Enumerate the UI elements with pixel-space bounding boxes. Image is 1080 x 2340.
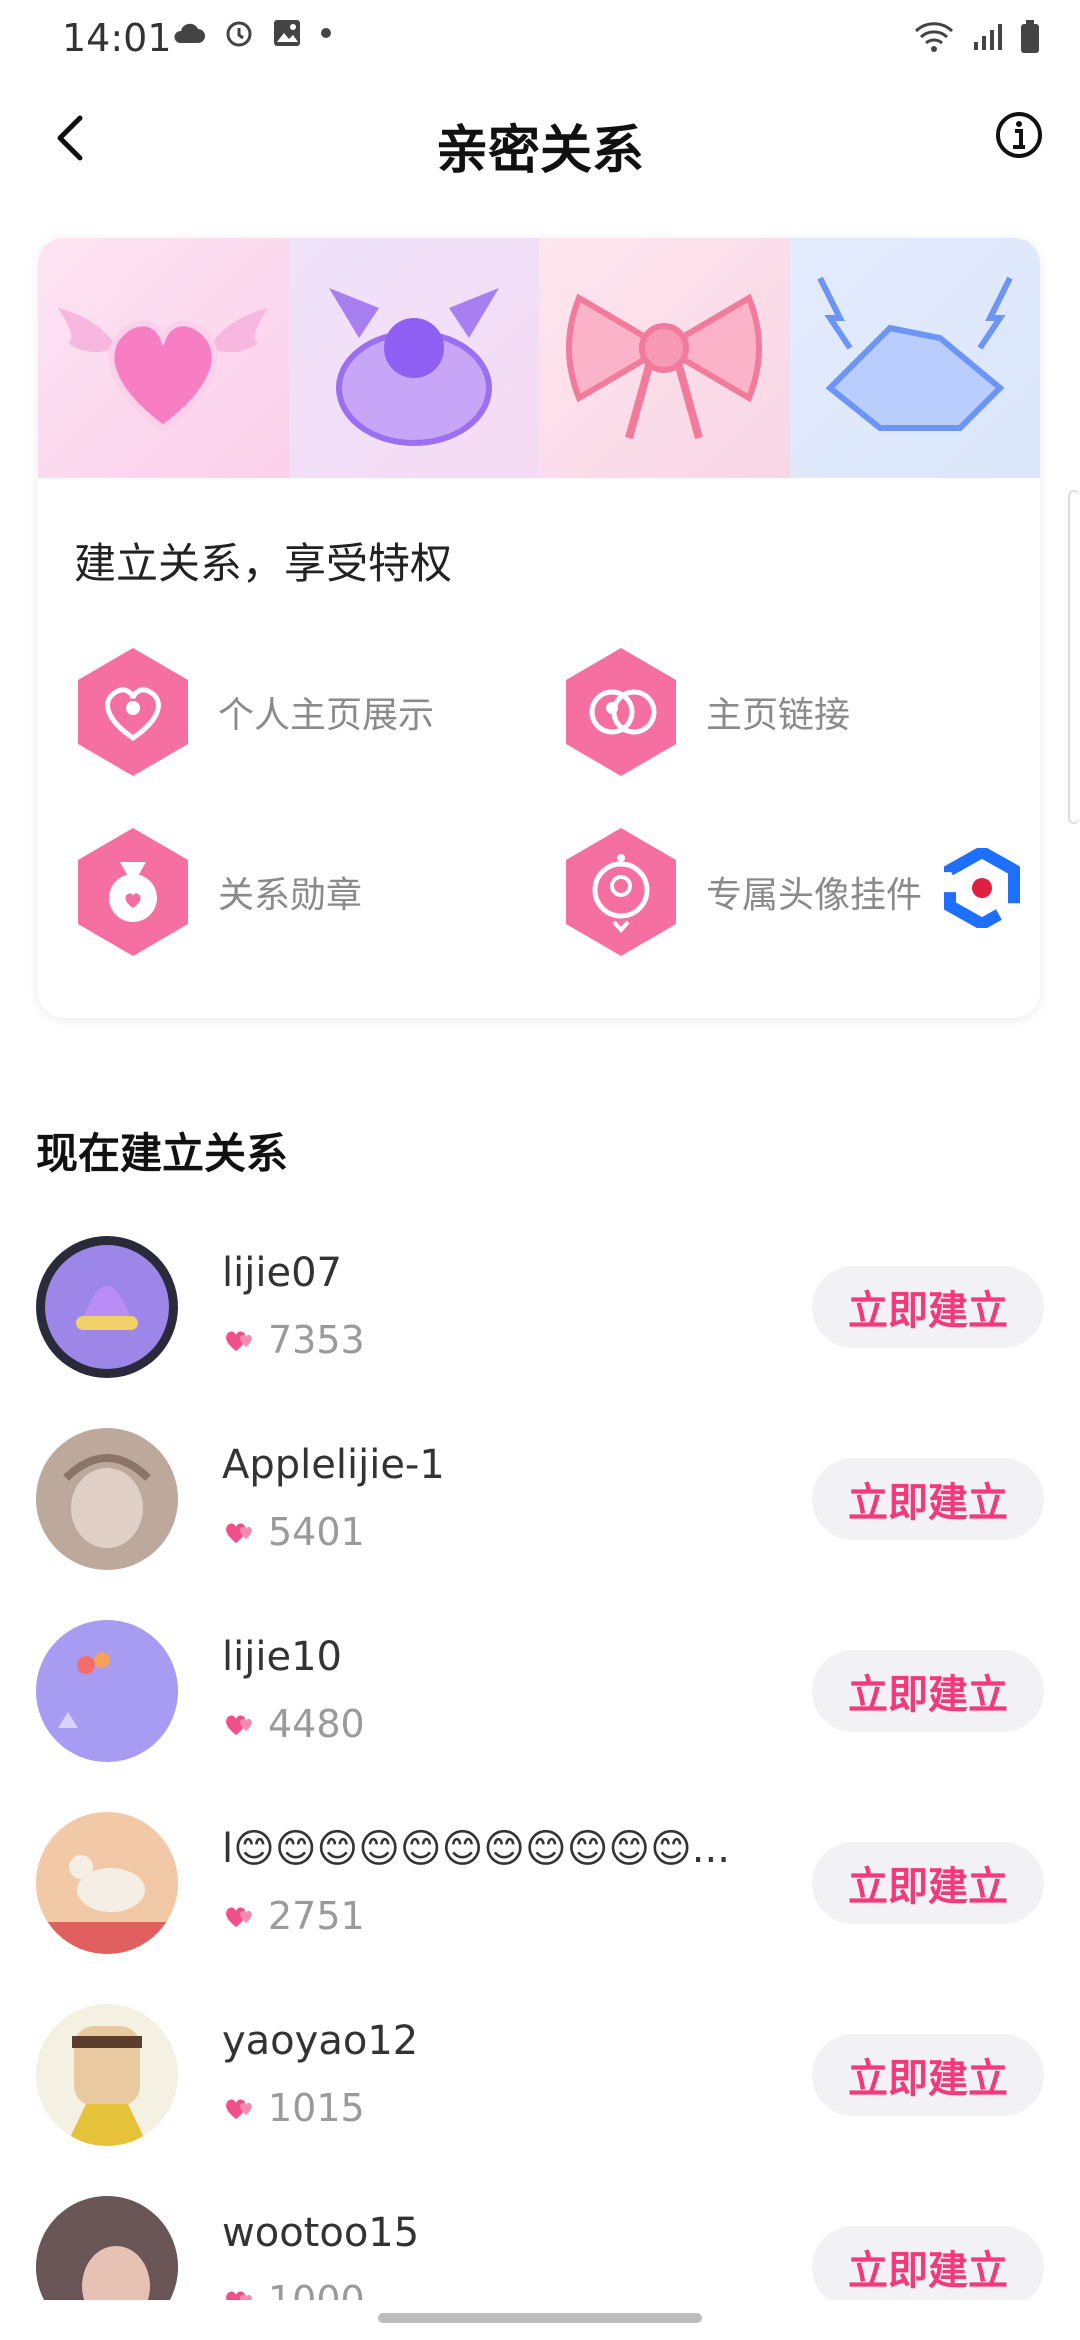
double-heart-icon — [226, 1715, 252, 1735]
intimacy-score: 1015 — [222, 2086, 365, 2130]
list-item: yaoyao12 1015 立即建立 — [0, 2004, 1080, 2196]
avatar[interactable] — [36, 1812, 178, 1954]
perk-label: 关系勋章 — [218, 875, 363, 916]
perk-label: 个人主页展示 — [218, 695, 435, 736]
perk-profile-link: 主页链接 — [562, 646, 850, 778]
double-heart-icon — [226, 2291, 252, 2300]
banner-tile-bow — [288, 238, 539, 478]
build-relation-button[interactable]: 立即建立 — [812, 2226, 1044, 2300]
list-item: l😊😊😊😊😊😊😊😊😊😊😊... 2751 立即建立 — [0, 1812, 1080, 2004]
list-item: lijie07 7353 立即建立 — [0, 1236, 1080, 1428]
avatar[interactable] — [36, 2196, 178, 2300]
user-name: yaoyao12 — [222, 2018, 419, 2064]
floating-logo-icon[interactable] — [942, 848, 1022, 928]
avatar[interactable] — [36, 1428, 178, 1570]
privilege-card: 建立关系，享受特权 个人主页展示 主页链接 关系勋章 专属头像挂件 — [38, 238, 1040, 1018]
perk-label: 专属头像挂件 — [706, 875, 923, 916]
perk-label: 主页链接 — [706, 695, 851, 736]
double-heart-icon — [226, 2099, 252, 2119]
home-indicator[interactable] — [378, 2313, 702, 2323]
privilege-banner — [38, 238, 1040, 478]
intimacy-score: 7353 — [222, 1318, 365, 1362]
list-item: wootoo15 1000 立即建立 — [0, 2196, 1080, 2300]
user-name: wootoo15 — [222, 2210, 420, 2256]
avatar-image — [36, 1812, 178, 1954]
privilege-heading: 建立关系，享受特权 — [74, 539, 453, 588]
build-relation-button[interactable]: 立即建立 — [812, 1842, 1044, 1924]
perk-relationship-medal: 关系勋章 — [74, 826, 362, 958]
avatar-image — [36, 2004, 178, 2146]
double-heart-icon — [226, 1523, 252, 1543]
purple-character-icon — [328, 288, 499, 446]
banner-tile-ribbon — [539, 238, 790, 478]
intimacy-score: 5401 — [222, 1510, 365, 1554]
score-value: 2751 — [268, 1894, 365, 1938]
pink-bow-icon — [566, 293, 762, 440]
user-name: Applelijie-1 — [222, 1442, 445, 1488]
build-relation-button[interactable]: 立即建立 — [812, 2034, 1044, 2116]
link-rings-icon — [566, 648, 676, 776]
battery-icon — [1021, 20, 1039, 53]
double-heart-icon — [226, 1907, 252, 1927]
side-scroll-handle[interactable] — [1068, 490, 1080, 824]
avatar-pendant-icon — [566, 828, 676, 956]
wifi-icon — [914, 22, 954, 52]
section-title: 现在建立关系 — [36, 1129, 289, 1178]
info-icon[interactable] — [994, 110, 1044, 160]
build-relation-button[interactable]: 立即建立 — [812, 1458, 1044, 1540]
perk-avatar-pendant: 专属头像挂件 — [562, 826, 922, 958]
winged-heart-icon — [58, 308, 268, 432]
cloud-icon — [174, 23, 205, 43]
signal-icon — [974, 24, 1002, 50]
score-value: 1015 — [268, 2086, 365, 2130]
double-heart-icon — [226, 1331, 252, 1351]
page-title: 亲密关系 — [435, 121, 644, 181]
avatar[interactable] — [36, 1236, 178, 1378]
dot-icon — [321, 28, 331, 38]
status-time: 14:01 — [62, 16, 172, 60]
intimacy-score: 1000 — [222, 2278, 365, 2300]
app-header: 亲密关系 — [0, 80, 1080, 200]
image-icon — [274, 20, 300, 46]
build-relation-button[interactable]: 立即建立 — [812, 1266, 1044, 1348]
alarm-icon — [226, 21, 252, 47]
banner-tile-winged-heart — [38, 238, 289, 478]
avatar[interactable] — [36, 1620, 178, 1762]
user-name: lijie10 — [222, 1634, 342, 1680]
status-icons-left — [172, 18, 332, 48]
list-item: Applelijie-1 5401 立即建立 — [0, 1428, 1080, 1620]
user-name: l😊😊😊😊😊😊😊😊😊😊😊... — [222, 1826, 730, 1872]
medal-icon — [78, 828, 188, 956]
avatar-image — [36, 2196, 178, 2300]
intimacy-score: 2751 — [222, 1894, 365, 1938]
score-value: 1000 — [268, 2278, 365, 2300]
score-value: 4480 — [268, 1702, 365, 1746]
avatar[interactable] — [36, 2004, 178, 2146]
handshake-icon — [816, 276, 1013, 431]
banner-tile-handshake — [789, 238, 1040, 478]
avatar-image — [36, 1428, 178, 1570]
status-bar: 14:01 — [0, 0, 1080, 80]
heart-person-icon — [78, 648, 188, 776]
list-item: lijie10 4480 立即建立 — [0, 1620, 1080, 1812]
score-value: 5401 — [268, 1510, 365, 1554]
avatar-image — [45, 1245, 169, 1369]
status-icons-right — [914, 20, 1040, 54]
perk-profile-display: 个人主页展示 — [74, 646, 434, 778]
score-value: 7353 — [268, 1318, 365, 1362]
avatar-image — [36, 1620, 178, 1762]
user-name: lijie07 — [222, 1250, 342, 1296]
build-relation-button[interactable]: 立即建立 — [812, 1650, 1044, 1732]
intimacy-score: 4480 — [222, 1702, 365, 1746]
